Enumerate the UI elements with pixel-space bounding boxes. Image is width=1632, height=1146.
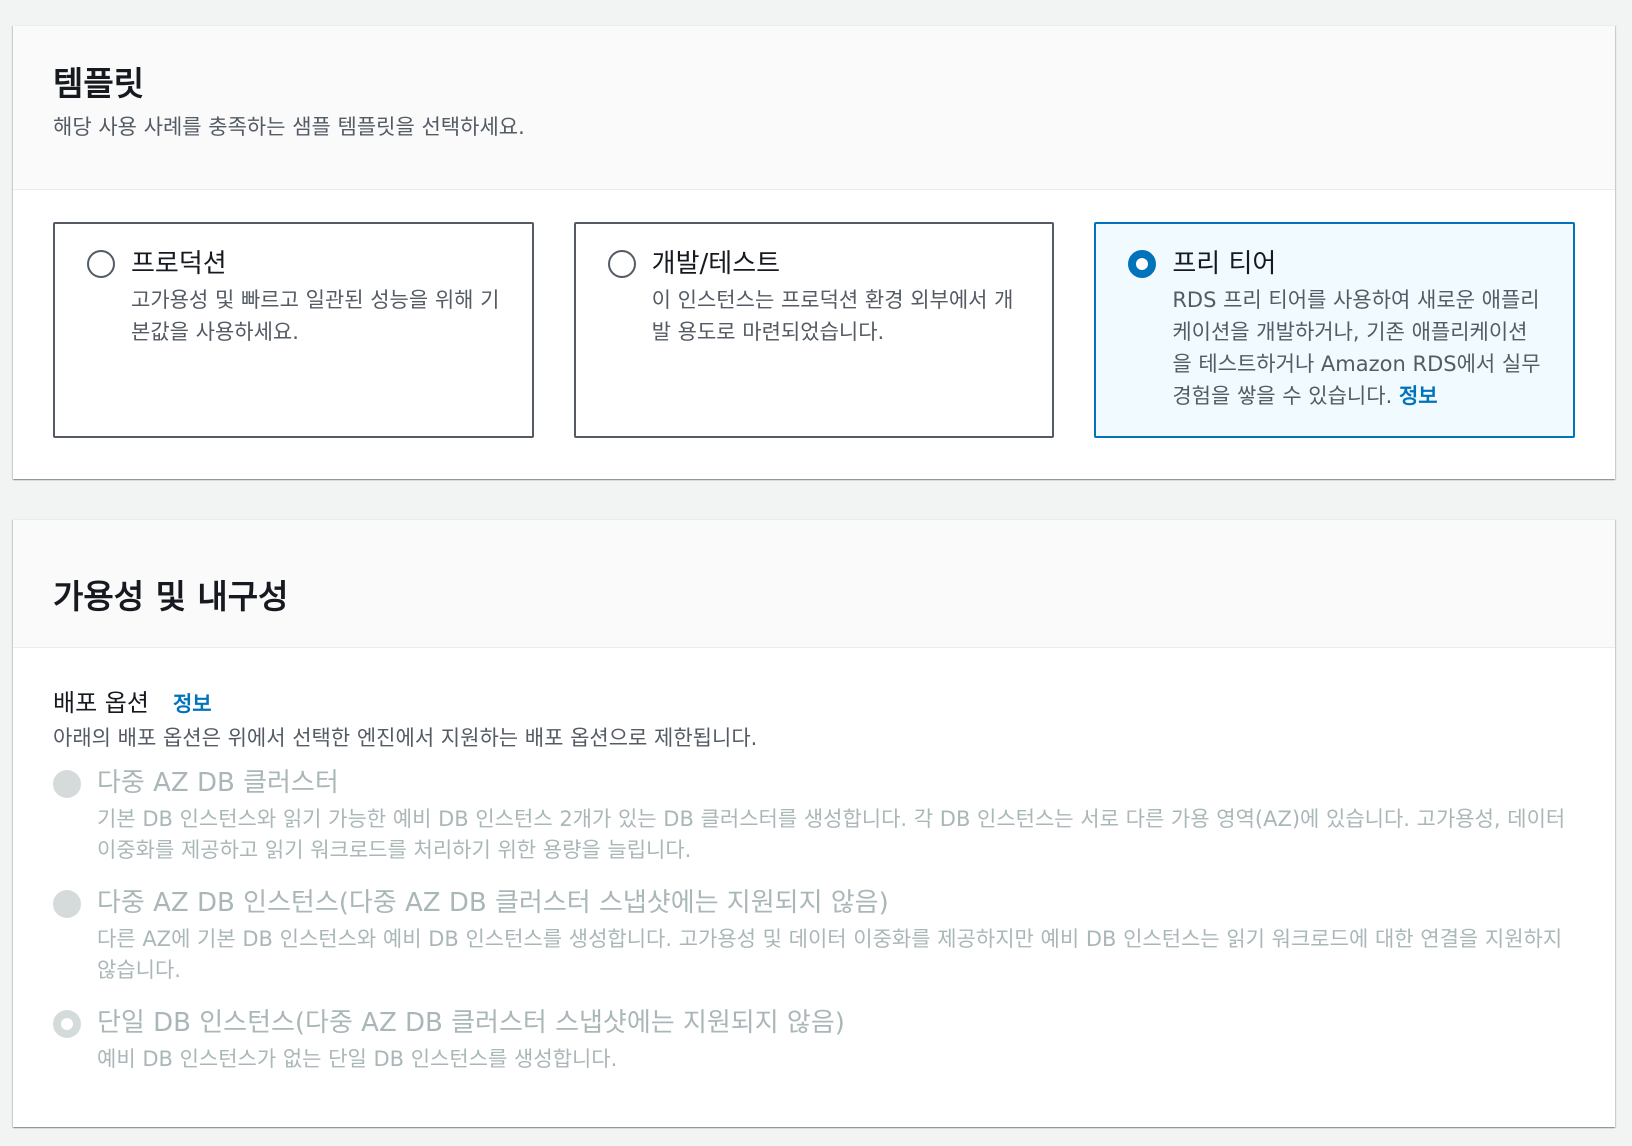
free-tier-description-text: RDS 프리 티어를 사용하여 새로운 애플리케이션을 개발하거나, 기존 애플…: [1172, 288, 1541, 408]
tile-title: 프로덕션: [131, 249, 227, 279]
multi-az-cluster-radio: [53, 770, 81, 798]
option-multi-az-cluster: 다중 AZ DB 클러스터 기본 DB 인스턴스와 읽기 가능한 예비 DB 인…: [53, 764, 1575, 866]
option-description: 기본 DB 인스턴스와 읽기 가능한 예비 DB 인스턴스 2개가 있는 DB …: [97, 807, 1566, 862]
tile-free-tier[interactable]: 프리 티어 RDS 프리 티어를 사용하여 새로운 애플리케이션을 개발하거나,…: [1094, 222, 1576, 438]
option-description: 예비 DB 인스턴스가 없는 단일 DB 인스턴스를 생성합니다.: [97, 1047, 618, 1071]
template-tiles: 프로덕션 고가용성 및 빠르고 일관된 성능을 위해 기본값을 사용하세요. 개…: [53, 222, 1576, 438]
tile-description: RDS 프리 티어를 사용하여 새로운 애플리케이션을 개발하거나, 기존 애플…: [1172, 284, 1543, 412]
option-title: 다중 AZ DB 인스턴스(다중 AZ DB 클러스터 스냅샷에는 지원되지 않…: [97, 888, 889, 918]
templates-title: 템플릿: [53, 64, 145, 103]
templates-description: 해당 사용 사례를 충족하는 샘플 템플릿을 선택하세요.: [53, 115, 525, 139]
production-radio[interactable]: [87, 250, 115, 278]
option-description: 다른 AZ에 기본 DB 인스턴스와 예비 DB 인스턴스를 생성합니다. 고가…: [97, 927, 1563, 982]
deployment-description: 아래의 배포 옵션은 위에서 선택한 엔진에서 지원하는 배포 옵션으로 제한됩…: [53, 726, 758, 750]
dev-test-radio[interactable]: [607, 250, 636, 278]
availability-panel: 가용성 및 내구성 배포 옵션 정보 아래의 배포 옵션은 위에서 선택한 엔진…: [13, 519, 1615, 1127]
multi-az-instance-radio: [53, 890, 81, 918]
tile-title: 프리 티어: [1172, 249, 1277, 279]
tile-dev-test[interactable]: 개발/테스트 이 인스턴스는 프로덕션 환경 외부에서 개발 용도로 마련되었습…: [573, 222, 1055, 438]
tile-description: 고가용성 및 빠르고 일관된 성능을 위해 기본값을 사용하세요.: [131, 288, 500, 344]
deployment-info-link[interactable]: 정보: [173, 688, 212, 718]
option-title: 단일 DB 인스턴스(다중 AZ DB 클러스터 스냅샷에는 지원되지 않음): [97, 1008, 845, 1038]
availability-header: 가용성 및 내구성: [13, 520, 1615, 648]
tile-production[interactable]: 프로덕션 고가용성 및 빠르고 일관된 성능을 위해 기본값을 사용하세요.: [53, 222, 534, 438]
deployment-label: 배포 옵션: [53, 689, 149, 717]
tile-description: 이 인스턴스는 프로덕션 환경 외부에서 개발 용도로 마련되었습니다.: [651, 288, 1014, 344]
option-single-instance: 단일 DB 인스턴스(다중 AZ DB 클러스터 스냅샷에는 지원되지 않음) …: [53, 1004, 1575, 1075]
deployment-label-row: 배포 옵션 정보: [53, 686, 1575, 720]
templates-header: 템플릿 해당 사용 사례를 충족하는 샘플 템플릿을 선택하세요.: [13, 26, 1615, 190]
free-tier-radio[interactable]: [1128, 250, 1157, 278]
single-instance-radio: [53, 1010, 81, 1038]
option-title: 다중 AZ DB 클러스터: [97, 768, 339, 798]
availability-title: 가용성 및 내구성: [53, 577, 289, 616]
option-multi-az-instance: 다중 AZ DB 인스턴스(다중 AZ DB 클러스터 스냅샷에는 지원되지 않…: [53, 884, 1575, 986]
templates-panel: 템플릿 해당 사용 사례를 충족하는 샘플 템플릿을 선택하세요. 프로덕션 고…: [13, 25, 1615, 479]
tile-title: 개발/테스트: [651, 249, 781, 279]
deployment-options-section: 배포 옵션 정보 아래의 배포 옵션은 위에서 선택한 엔진에서 지원하는 배포…: [13, 648, 1615, 1075]
free-tier-info-link[interactable]: 정보: [1399, 384, 1438, 408]
